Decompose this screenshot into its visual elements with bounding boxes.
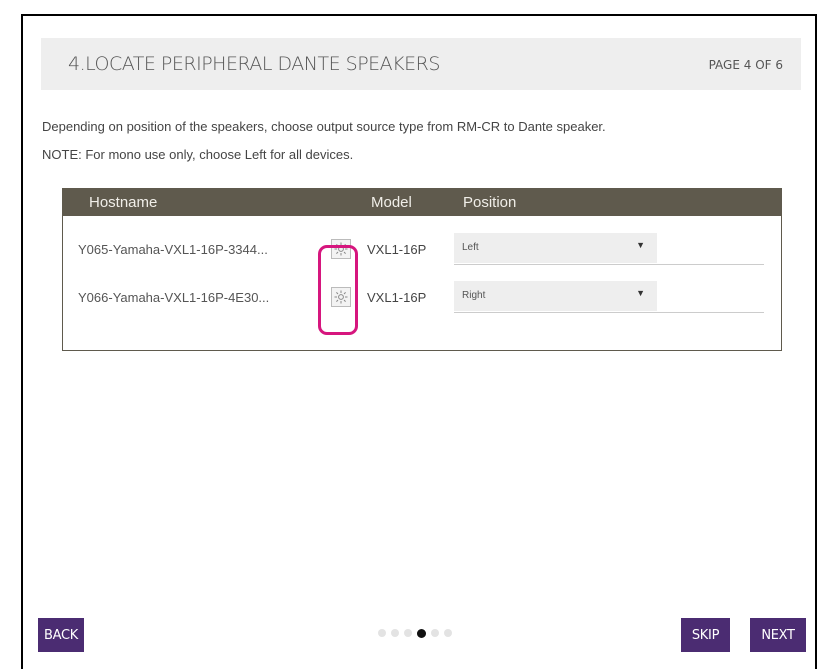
table-row: Y066-Yamaha-VXL1-16P-4E30... VXL1-16P Ri… <box>63 281 781 315</box>
instruction-text: Depending on position of the speakers, c… <box>42 119 606 134</box>
column-model: Model <box>371 194 412 211</box>
column-hostname: Hostname <box>89 194 158 211</box>
divider <box>454 312 764 313</box>
page-title: 4.LOCATE PERIPHERAL DANTE SPEAKERS <box>68 53 440 75</box>
pagination-dot <box>391 629 399 637</box>
note-text: NOTE: For mono use only, choose Left for… <box>42 147 354 162</box>
back-button[interactable]: BACK <box>38 618 84 652</box>
model-cell: VXL1-16P <box>367 242 427 257</box>
pagination-dot <box>404 629 412 637</box>
next-button[interactable]: NEXT <box>750 618 806 652</box>
locate-buttons-highlight <box>318 245 358 335</box>
page-indicator: PAGE 4 OF 6 <box>708 58 783 72</box>
pagination-dot <box>378 629 386 637</box>
caret-down-icon: ▼ <box>636 288 645 298</box>
pagination-dot <box>431 629 439 637</box>
divider <box>454 264 764 265</box>
table-header: Hostname Model Position <box>63 189 781 216</box>
pagination-dot-active <box>417 628 426 638</box>
pagination-dots <box>378 628 452 638</box>
hostname-cell: Y066-Yamaha-VXL1-16P-4E30... <box>78 290 270 305</box>
position-select[interactable]: Right ▼ <box>454 281 657 311</box>
speaker-table: Hostname Model Position Y065-Yamaha-VXL1… <box>62 188 782 351</box>
caret-down-icon: ▼ <box>636 240 645 250</box>
position-value: Left <box>462 242 479 253</box>
column-position: Position <box>463 194 517 211</box>
position-value: Right <box>462 290 486 301</box>
model-cell: VXL1-16P <box>367 290 427 305</box>
skip-button[interactable]: SKIP <box>681 618 730 652</box>
table-row: Y065-Yamaha-VXL1-16P-3344... VXL1-16P Le… <box>63 233 781 267</box>
pagination-dot <box>444 629 452 637</box>
wizard-frame: 4.LOCATE PERIPHERAL DANTE SPEAKERS PAGE … <box>21 14 817 669</box>
page-header: 4.LOCATE PERIPHERAL DANTE SPEAKERS PAGE … <box>41 38 801 90</box>
hostname-cell: Y065-Yamaha-VXL1-16P-3344... <box>78 242 268 257</box>
position-select[interactable]: Left ▼ <box>454 233 657 263</box>
